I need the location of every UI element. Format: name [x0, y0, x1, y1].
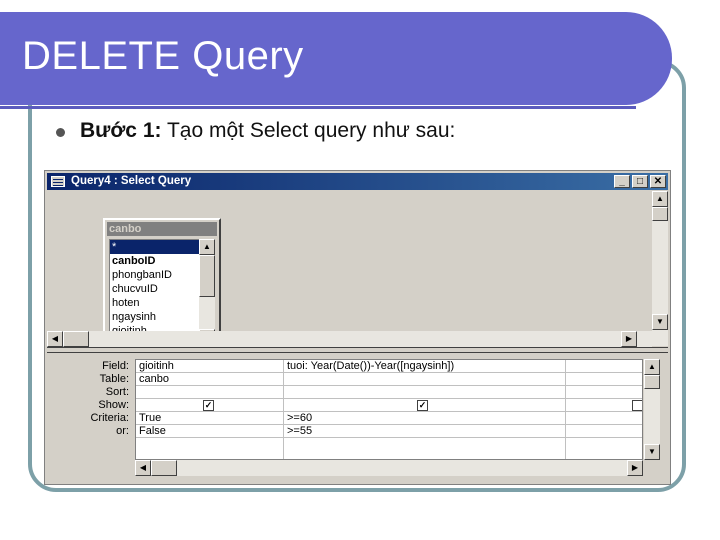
list-item[interactable]: ngaysinh — [110, 310, 199, 324]
round-bullet-icon — [56, 128, 65, 137]
grid-cell-empty[interactable] — [136, 438, 284, 459]
arrow-left-icon[interactable]: ◀ — [47, 331, 63, 347]
arrow-up-icon[interactable]: ▲ — [644, 359, 660, 375]
close-button[interactable]: ✕ — [650, 175, 666, 188]
design-grid[interactable]: gioitinh canbo ✓ True False tuoi: Year(D… — [135, 359, 643, 460]
grid-cell-show[interactable] — [566, 399, 642, 412]
scroll-thumb[interactable] — [151, 460, 177, 476]
arrow-right-icon[interactable]: ▶ — [627, 460, 643, 476]
window-titlebar[interactable]: Query4 : Select Query _ □ ✕ — [47, 173, 668, 190]
grid-cell-criteria[interactable]: True — [136, 412, 284, 425]
scroll-thumb[interactable] — [63, 331, 89, 347]
step-description: Tạo một Select query như sau: — [166, 119, 456, 142]
minimize-button[interactable]: _ — [614, 175, 630, 188]
table-pane-vscroll[interactable]: ▲ ▼ — [652, 191, 668, 346]
grid-cell-criteria[interactable]: >=60 — [284, 412, 566, 425]
grid-cell-field[interactable]: tuoi: Year(Date())-Year([ngaysinh]) — [284, 360, 566, 373]
grid-cell-field[interactable] — [566, 360, 642, 373]
list-item[interactable]: phongbanID — [110, 268, 199, 282]
grid-cell-or[interactable]: >=55 — [284, 425, 566, 438]
row-label-field: Field: — [102, 360, 129, 372]
arrow-left-icon[interactable]: ◀ — [135, 460, 151, 476]
grid-cell-sort[interactable] — [136, 386, 284, 399]
window-title: Query4 : Select Query — [71, 175, 192, 187]
slide-title: DELETE Query — [22, 34, 304, 78]
query-icon — [51, 176, 65, 187]
grid-cell-or[interactable]: False — [136, 425, 284, 438]
arrow-right-icon[interactable]: ▶ — [621, 331, 637, 347]
grid-cell-or[interactable] — [566, 425, 642, 438]
field-list-scrollbar[interactable]: ▲ ▼ — [199, 239, 215, 345]
arrow-down-icon[interactable]: ▼ — [644, 444, 660, 460]
grid-cell-table[interactable]: canbo — [136, 373, 284, 386]
row-label-show: Show: — [98, 399, 129, 411]
list-item[interactable]: hoten — [110, 296, 199, 310]
step-label: Bước 1: — [80, 119, 162, 142]
design-grid-pane: Field: Table: Sort: Show: Criteria: or: … — [47, 353, 668, 484]
row-label-table: Table: — [99, 373, 129, 385]
scroll-thumb[interactable] — [652, 207, 668, 221]
checkmark-icon[interactable]: ✓ — [203, 400, 214, 411]
table-pane-hscroll[interactable]: ◀ ▶ — [47, 331, 652, 347]
grid-cell-sort[interactable] — [566, 386, 642, 399]
maximize-button[interactable]: □ — [632, 175, 648, 188]
grid-cell-criteria[interactable] — [566, 412, 642, 425]
row-label-or: or: — [116, 425, 129, 437]
title-underline — [0, 106, 636, 109]
row-label-sort: Sort: — [105, 386, 129, 398]
table-pane[interactable]: canbo * canboID phongbanID chucvuID hote… — [47, 191, 652, 348]
table-name[interactable]: canbo — [107, 222, 217, 236]
grid-cell-table[interactable] — [284, 373, 566, 386]
grid-cell-show[interactable]: ✓ — [136, 399, 284, 412]
row-label-criteria: Criteria: — [90, 412, 129, 424]
arrow-down-icon[interactable]: ▼ — [652, 314, 668, 330]
query-window: Query4 : Select Query _ □ ✕ canbo * canb… — [44, 170, 671, 485]
arrow-up-icon[interactable]: ▲ — [652, 191, 668, 207]
scroll-thumb[interactable] — [644, 375, 660, 389]
scroll-thumb[interactable] — [199, 255, 215, 297]
checkmark-icon[interactable]: ✓ — [417, 400, 428, 411]
grid-cell-field[interactable]: gioitinh — [136, 360, 284, 373]
arrow-up-icon[interactable]: ▲ — [199, 239, 215, 255]
grid-cell-show[interactable]: ✓ — [284, 399, 566, 412]
grid-cell-table[interactable] — [566, 373, 642, 386]
list-item[interactable]: chucvuID — [110, 282, 199, 296]
grid-cell-sort[interactable] — [284, 386, 566, 399]
checkbox[interactable] — [632, 400, 642, 411]
grid-hscroll[interactable]: ◀ ▶ — [135, 460, 643, 476]
list-item[interactable]: * — [110, 240, 199, 254]
table-field-list[interactable]: canbo * canboID phongbanID chucvuID hote… — [103, 218, 221, 348]
bullet-text: Bước 1: Tạo một Select query như sau: — [80, 119, 455, 143]
grid-cell-empty[interactable] — [284, 438, 566, 459]
grid-vscroll[interactable]: ▲ ▼ — [644, 359, 660, 460]
list-item[interactable]: canboID — [110, 254, 199, 268]
grid-cell-empty[interactable] — [566, 438, 642, 459]
